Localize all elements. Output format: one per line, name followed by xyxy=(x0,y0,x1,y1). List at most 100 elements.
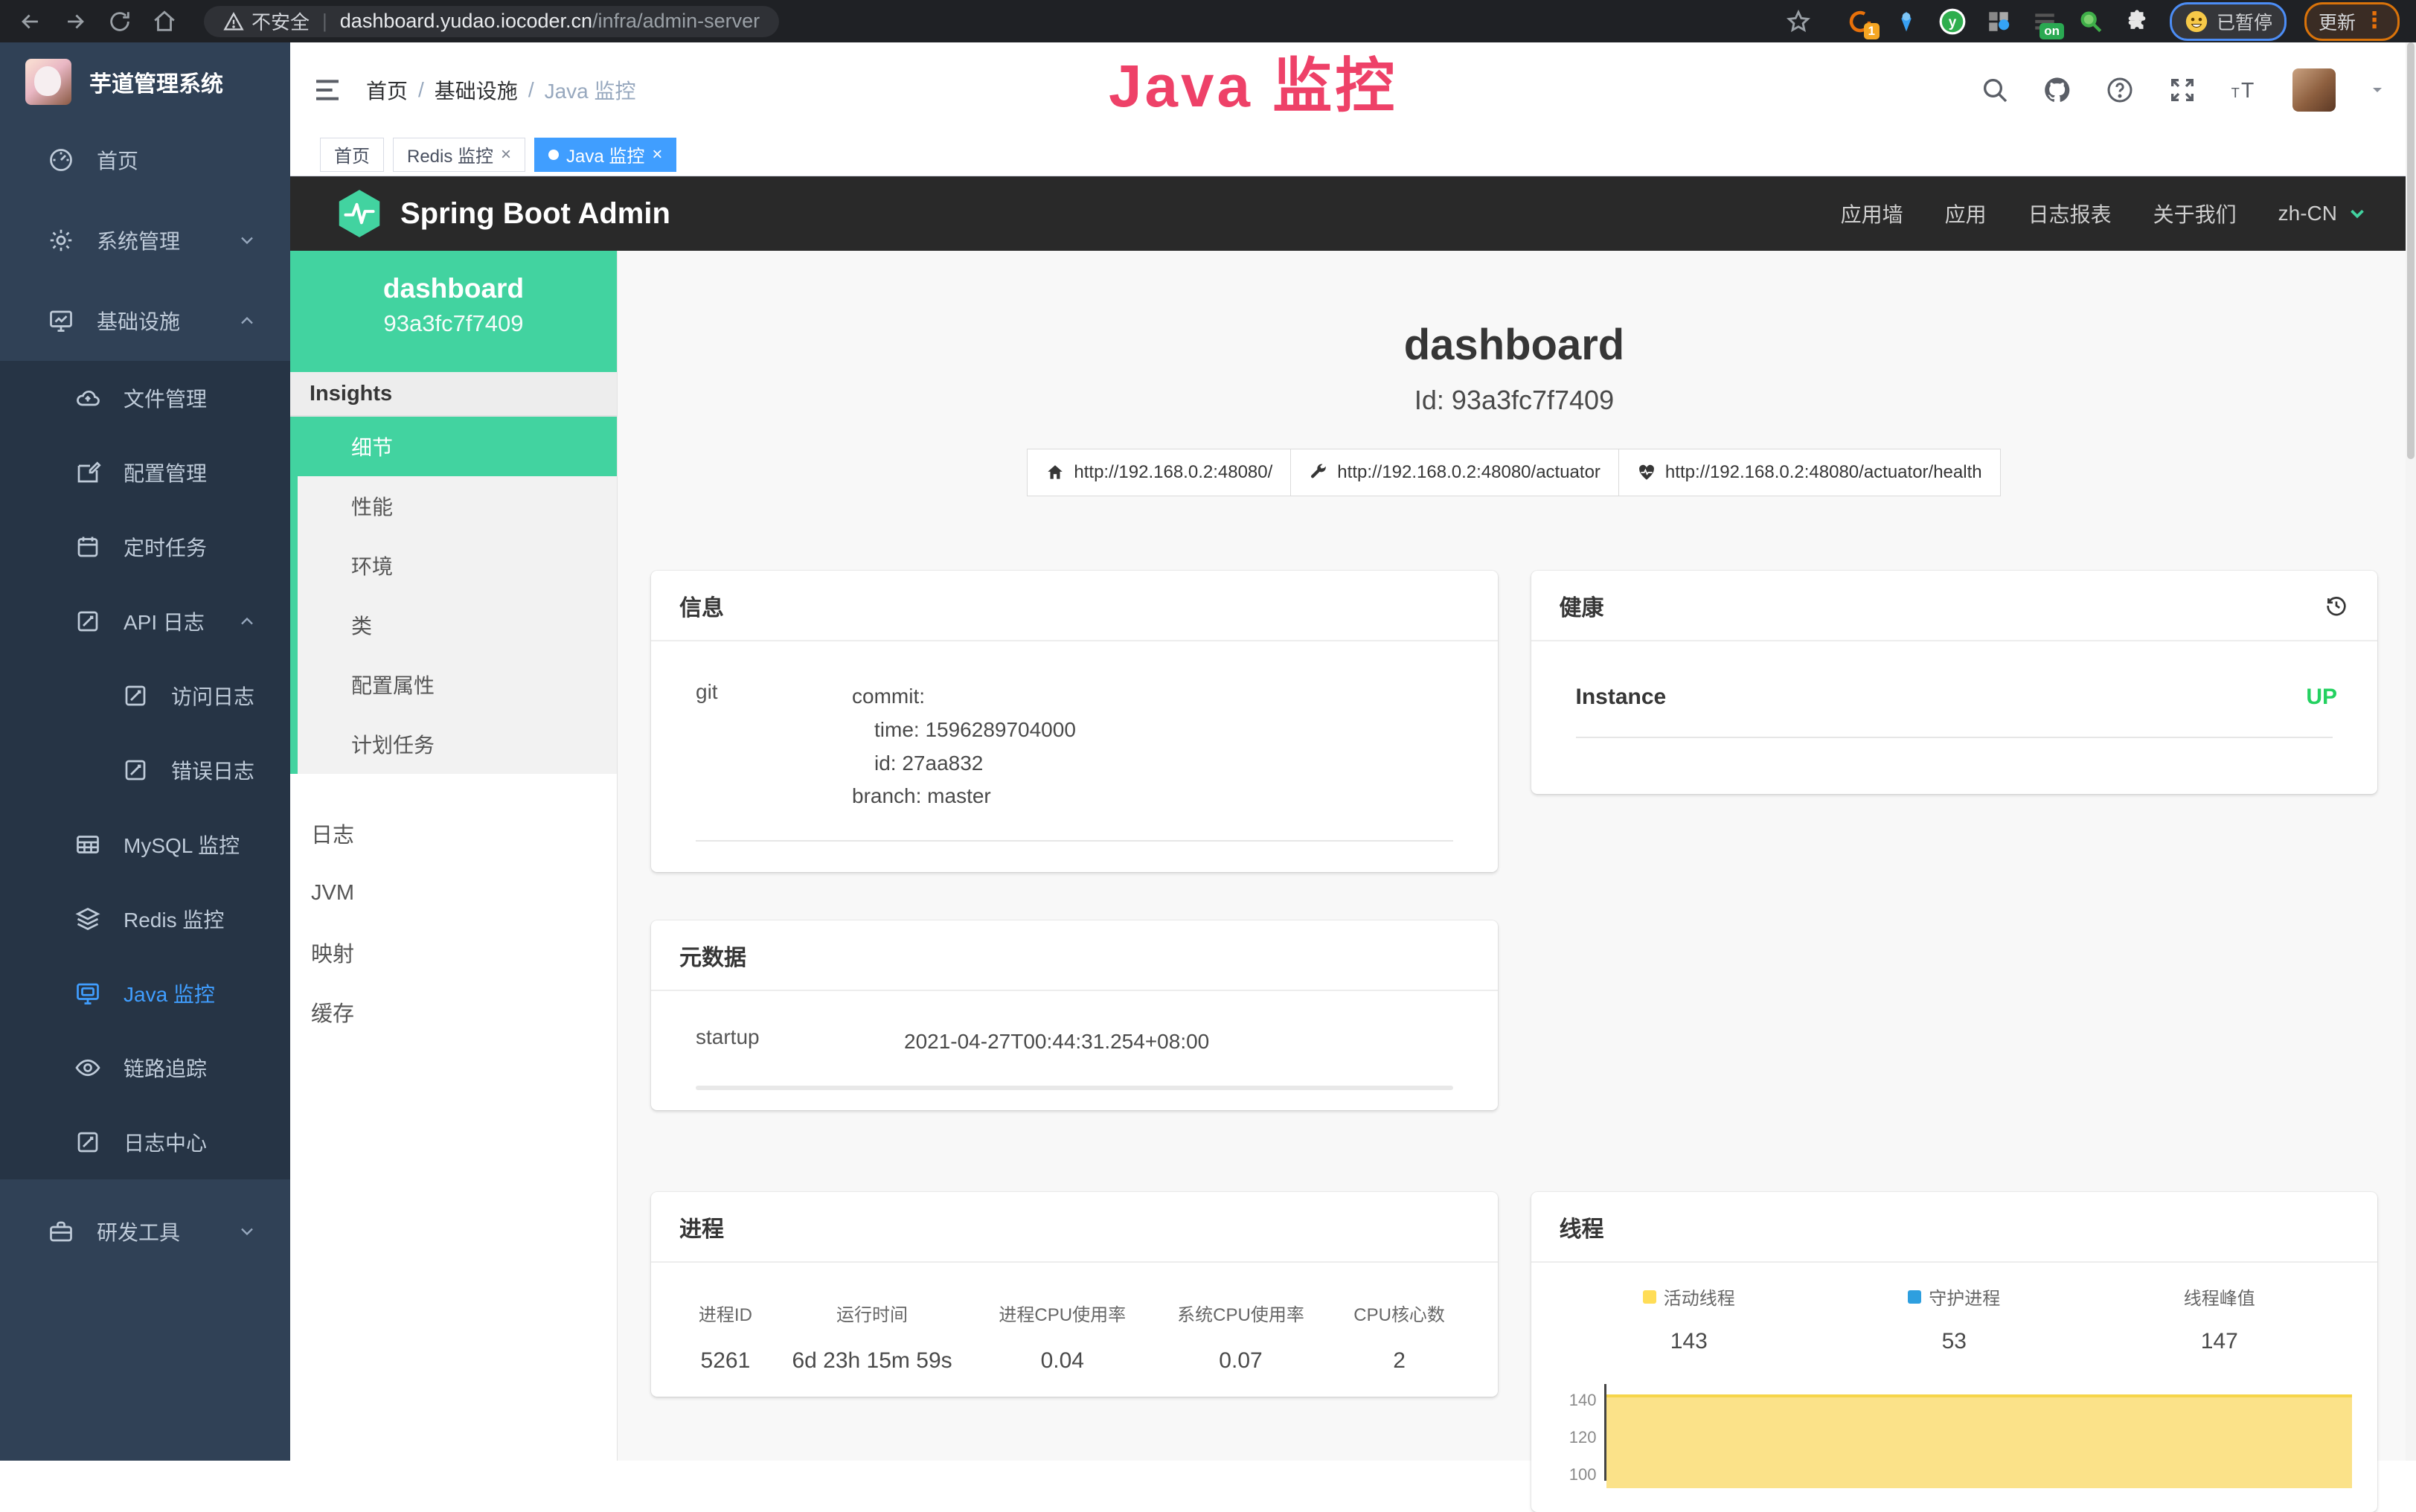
window-scrollbar[interactable] xyxy=(2406,42,2416,1461)
address-bar[interactable]: 不安全 | dashboard.yudao.iocoder.cn/infra/a… xyxy=(204,6,779,37)
tags-bar: 首页 Redis 监控 × Java 监控 × xyxy=(290,138,2416,176)
font-size-icon[interactable]: TT xyxy=(2230,75,2260,105)
instance-actuator-link[interactable]: http://192.168.0.2:48080/actuator xyxy=(1290,449,1619,496)
breadcrumb-section[interactable]: 基础设施 xyxy=(435,75,518,105)
sba-item-logs[interactable]: 日志 xyxy=(290,804,617,863)
search-icon[interactable] xyxy=(1980,75,2010,105)
monitor-chart-icon xyxy=(48,307,74,334)
app-logo-row[interactable]: 芋道管理系统 xyxy=(0,42,290,120)
sba-nav-applications[interactable]: 应用 xyxy=(1945,199,1987,228)
close-icon[interactable]: × xyxy=(652,144,662,165)
sidebar-item-log-center[interactable]: 日志中心 xyxy=(0,1105,290,1179)
browser-toolbar: 不安全 | dashboard.yudao.iocoder.cn/infra/a… xyxy=(0,0,2416,42)
sba-item-details[interactable]: 细节 xyxy=(298,417,617,476)
tab-home[interactable]: 首页 xyxy=(320,138,384,172)
extension-badge-count: 1 xyxy=(1864,23,1880,39)
log-edit-icon xyxy=(122,682,149,709)
cpu-cores: 2 xyxy=(1328,1336,1471,1386)
threads-chart: 140 120 100 xyxy=(1557,1384,2353,1481)
instance-home-link[interactable]: http://192.168.0.2:48080/ xyxy=(1027,449,1291,496)
url-text[interactable]: dashboard.yudao.iocoder.cn/infra/admin-s… xyxy=(340,10,760,33)
browser-home-icon[interactable] xyxy=(150,7,179,36)
table-grid-icon xyxy=(74,831,101,858)
sba-locale-select[interactable]: zh-CN xyxy=(2278,202,2368,225)
sidebar-item-api-logs[interactable]: API 日志 xyxy=(0,584,290,659)
sba-nav-about[interactable]: 关于我们 xyxy=(2153,199,2237,228)
history-icon[interactable] xyxy=(2324,593,2349,618)
security-warning-icon[interactable]: 不安全 xyxy=(223,7,310,35)
svg-text:T: T xyxy=(2231,85,2240,100)
spring-boot-admin-logo[interactable] xyxy=(338,190,381,237)
sba-navbar: Spring Boot Admin 应用墙 应用 日志报表 关于我们 zh-CN xyxy=(290,176,2416,251)
svg-text:y: y xyxy=(1949,15,1957,31)
sidebar-item-dev-tools[interactable]: 研发工具 xyxy=(0,1191,290,1272)
sba-item-metrics[interactable]: 性能 xyxy=(298,476,617,536)
sba-app-header[interactable]: dashboard 93a3fc7f7409 xyxy=(290,251,617,372)
tab-redis-monitor[interactable]: Redis 监控 × xyxy=(393,138,525,172)
sidebar-item-infrastructure[interactable]: 基础设施 xyxy=(0,281,290,361)
sidebar-item-error-logs[interactable]: 错误日志 xyxy=(0,733,290,807)
browser-reload-icon[interactable] xyxy=(106,7,134,36)
extension-lines-on-icon[interactable]: on xyxy=(2030,7,2060,36)
help-icon[interactable] xyxy=(2105,75,2135,105)
chevron-down-icon xyxy=(237,230,257,251)
sidebar-item-scheduled-jobs[interactable]: 定时任务 xyxy=(0,510,290,584)
chevron-up-icon xyxy=(237,611,257,632)
sba-item-classes[interactable]: 类 xyxy=(298,595,617,655)
sba-item-jvm[interactable]: JVM xyxy=(290,863,617,923)
fullscreen-icon[interactable] xyxy=(2167,75,2197,105)
extensions-puzzle-icon[interactable] xyxy=(2122,7,2152,36)
health-card: 健康 Instance UP xyxy=(1531,571,2378,794)
sidebar-item-access-logs[interactable]: 访问日志 xyxy=(0,659,290,733)
extension-pin-icon[interactable] xyxy=(1891,7,1921,36)
sba-nav-wall[interactable]: 应用墙 xyxy=(1841,199,1903,228)
sidebar-item-system[interactable]: 系统管理 xyxy=(0,200,290,281)
close-icon[interactable]: × xyxy=(501,144,511,165)
legend-peak-value: 147 xyxy=(2087,1329,2353,1354)
sidebar-item-file-management[interactable]: 文件管理 xyxy=(0,361,290,435)
github-icon[interactable] xyxy=(2042,75,2072,105)
profile-paused-pill[interactable]: 已暂停 xyxy=(2170,2,2287,41)
sba-item-config-props[interactable]: 配置属性 xyxy=(298,655,617,714)
sba-app-name: dashboard xyxy=(290,273,617,304)
extension-grid-icon[interactable] xyxy=(1984,7,2013,36)
process-table: 进程ID 运行时间 进程CPU使用率 系统CPU使用率 CPU核心数 xyxy=(678,1290,1471,1386)
browser-forward-icon[interactable] xyxy=(61,7,89,36)
threads-chart-yaxis: 140 120 100 xyxy=(1557,1384,1604,1481)
sba-nav-journal[interactable]: 日志报表 xyxy=(2028,199,2112,228)
instance-health-link[interactable]: http://192.168.0.2:48080/actuator/health xyxy=(1618,449,2001,496)
divider xyxy=(696,840,1453,842)
sba-item-caches[interactable]: 缓存 xyxy=(290,982,617,1042)
sba-item-mappings[interactable]: 映射 xyxy=(290,923,617,982)
process-uptime: 6d 23h 15m 59s xyxy=(773,1336,971,1386)
threads-card: 线程 活动线程 143 守护进程 53 xyxy=(1531,1192,2378,1512)
avatar[interactable] xyxy=(2292,68,2336,112)
sidebar-item-tracing[interactable]: 链路追踪 xyxy=(0,1031,290,1105)
scrollbar-thumb[interactable] xyxy=(2407,42,2415,459)
active-dot xyxy=(548,150,559,160)
sidebar-item-java-monitor[interactable]: Java 监控 xyxy=(0,956,290,1031)
browser-back-icon[interactable] xyxy=(16,7,45,36)
extension-orange-icon[interactable]: 1 xyxy=(1845,7,1875,36)
sidebar-item-home[interactable]: 首页 xyxy=(0,120,290,200)
bookmark-star-icon[interactable] xyxy=(1784,7,1813,36)
hamburger-icon[interactable] xyxy=(313,75,342,105)
sidebar-item-redis-monitor[interactable]: Redis 监控 xyxy=(0,882,290,956)
page-title: dashboard xyxy=(651,320,2377,370)
browser-menu-icon[interactable]: ⋮ xyxy=(2363,15,2385,28)
update-browser-button[interactable]: 更新 ⋮ xyxy=(2304,2,2400,41)
layers-icon xyxy=(74,906,101,932)
breadcrumb-home[interactable]: 首页 xyxy=(366,75,408,105)
tab-java-monitor[interactable]: Java 监控 × xyxy=(534,138,676,172)
eye-icon xyxy=(74,1054,101,1081)
sba-item-environment[interactable]: 环境 xyxy=(298,536,617,595)
sba-section-insights: Insights xyxy=(290,372,617,417)
sba-item-scheduled-tasks[interactable]: 计划任务 xyxy=(298,714,617,774)
security-label: 不安全 xyxy=(251,7,310,35)
sidebar-item-mysql-monitor[interactable]: MySQL 监控 xyxy=(0,807,290,882)
user-caret-icon[interactable] xyxy=(2368,81,2386,99)
sidebar-item-config-management[interactable]: 配置管理 xyxy=(0,435,290,510)
sba-brand-title[interactable]: Spring Boot Admin xyxy=(400,197,670,231)
extension-green-y-icon[interactable]: y xyxy=(1938,7,1967,36)
extension-magnifier-icon[interactable] xyxy=(2076,7,2106,36)
